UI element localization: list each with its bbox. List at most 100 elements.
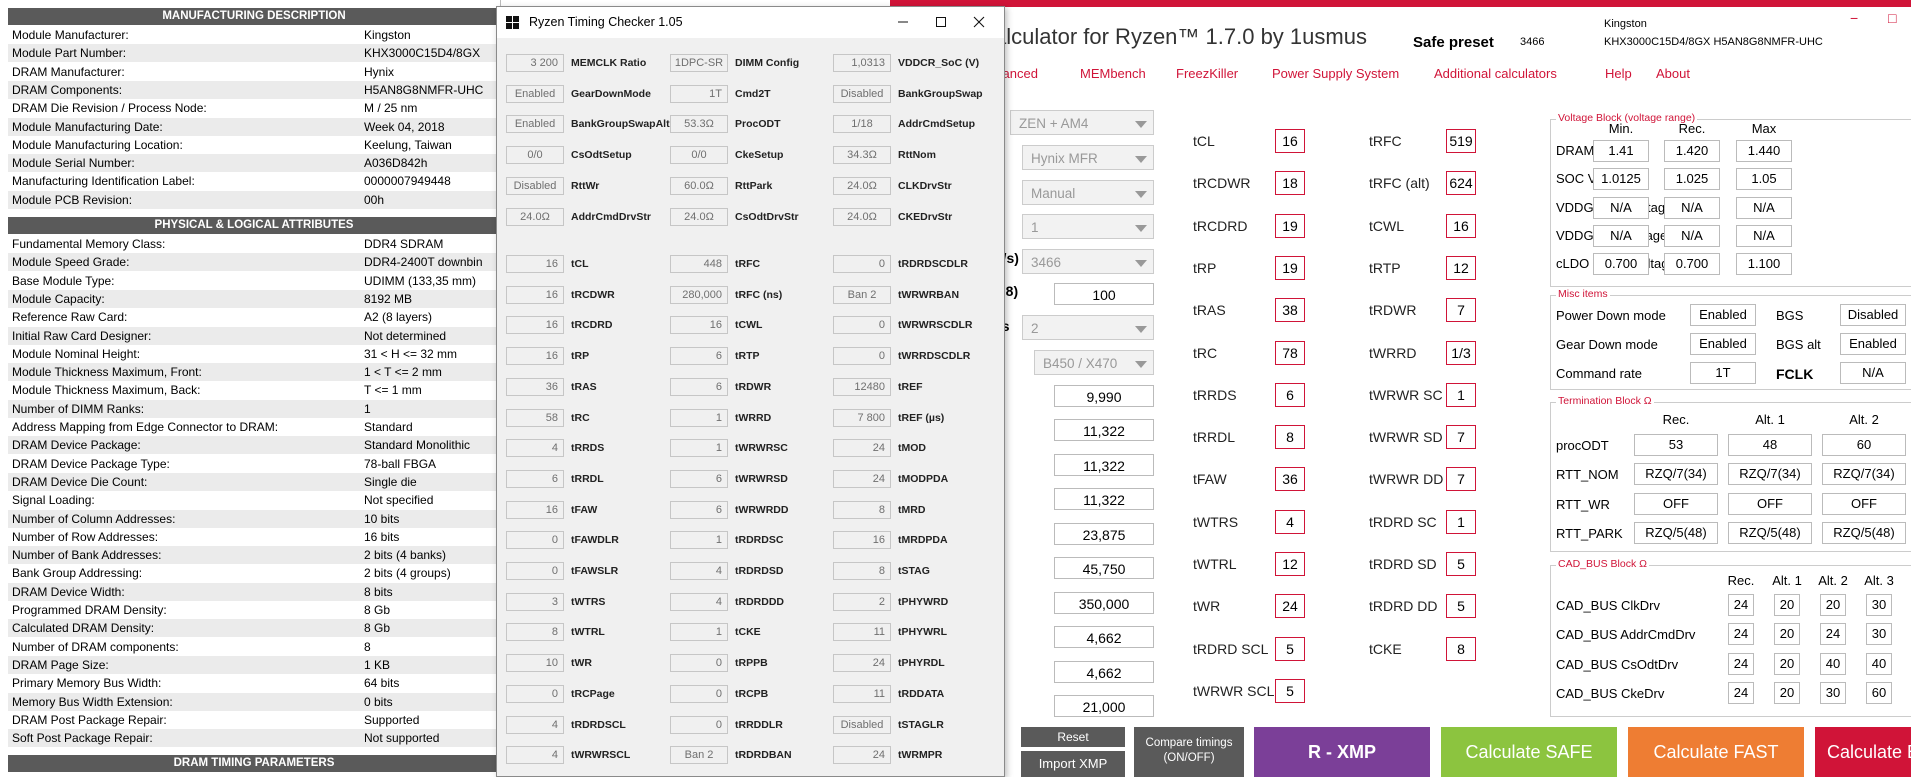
maximize-icon[interactable] — [931, 12, 951, 32]
timing-value[interactable]: 8 — [1275, 425, 1305, 450]
cadbus-value[interactable]: 24 — [1728, 681, 1754, 704]
timing-value[interactable]: 19 — [1275, 213, 1305, 238]
timing-value[interactable]: 24 — [1275, 594, 1305, 619]
cadbus-value[interactable]: 20 — [1820, 594, 1846, 616]
calc-dropdown[interactable]: 3466 — [1022, 249, 1154, 274]
timing-value[interactable]: 5 — [1446, 552, 1476, 576]
termination-value[interactable]: RZQ/5(48) — [1822, 521, 1906, 544]
calculate-safe-button[interactable]: Calculate SAFE — [1441, 727, 1617, 777]
timing-value[interactable]: 7 — [1446, 467, 1476, 492]
cadbus-value[interactable]: 24 — [1820, 623, 1846, 646]
minimize-icon[interactable] — [893, 12, 913, 32]
timing-value[interactable]: 5 — [1275, 636, 1305, 661]
termination-value[interactable]: OFF — [1822, 492, 1906, 515]
timing-value[interactable]: 5 — [1275, 678, 1305, 703]
voltage-value[interactable]: N/A — [1593, 196, 1649, 219]
cadbus-value[interactable]: 30 — [1866, 594, 1892, 616]
timing-value[interactable]: 36 — [1275, 467, 1305, 492]
termination-value[interactable]: 53 — [1634, 434, 1718, 456]
voltage-value[interactable]: 1.100 — [1736, 253, 1792, 276]
timing-value[interactable]: 1 — [1446, 509, 1476, 534]
termination-value[interactable]: 48 — [1728, 434, 1812, 456]
calc-menu-item[interactable]: Power Supply System — [1272, 66, 1399, 81]
calc-menu-item[interactable]: Help — [1605, 66, 1632, 81]
timing-value[interactable]: 8 — [1446, 636, 1476, 661]
import-xmp-button[interactable]: Import XMP — [1021, 751, 1125, 777]
timing-value[interactable]: 1/3 — [1446, 340, 1476, 365]
voltage-value[interactable]: 1.420 — [1664, 140, 1720, 162]
timing-value[interactable]: 4 — [1275, 509, 1305, 534]
cadbus-value[interactable]: 30 — [1866, 623, 1892, 646]
calc-dropdown[interactable]: Hynix MFR — [1022, 145, 1154, 170]
calc-value-field[interactable]: 11,322 — [1054, 454, 1154, 476]
voltage-value[interactable]: N/A — [1593, 224, 1649, 247]
cadbus-value[interactable]: 20 — [1774, 623, 1800, 646]
termination-value[interactable]: RZQ/7(34) — [1822, 463, 1906, 486]
calc-dropdown[interactable]: ZEN + AM4 — [1010, 110, 1154, 135]
cadbus-value[interactable]: 24 — [1728, 652, 1754, 675]
cadbus-value[interactable]: 40 — [1866, 652, 1892, 675]
termination-value[interactable]: 60 — [1822, 434, 1906, 456]
timing-value[interactable]: 519 — [1446, 129, 1476, 153]
calculate-fast-button[interactable]: Calculate FAST — [1628, 727, 1804, 777]
voltage-value[interactable]: 0.700 — [1664, 253, 1720, 276]
calc-dropdown[interactable]: 2 — [1022, 315, 1154, 340]
calculate-extreme-button[interactable]: Calculate EXTREME — [1815, 727, 1911, 777]
calc-value-field[interactable]: 4,662 — [1054, 626, 1154, 648]
calc-dropdown[interactable]: 1 — [1022, 214, 1154, 239]
close-icon[interactable] — [969, 12, 989, 32]
voltage-value[interactable]: 1.440 — [1736, 140, 1792, 162]
reset-button[interactable]: Reset — [1021, 727, 1125, 747]
voltage-value[interactable]: N/A — [1736, 224, 1792, 247]
calc-value-field[interactable]: 11,322 — [1054, 488, 1154, 510]
calc-value-field[interactable]: 350,000 — [1054, 592, 1154, 614]
voltage-value[interactable]: N/A — [1664, 196, 1720, 219]
timing-value[interactable]: 624 — [1446, 171, 1476, 196]
voltage-value[interactable]: 1.41 — [1593, 140, 1649, 162]
timing-value[interactable]: 12 — [1446, 255, 1476, 280]
calc-menu-item[interactable]: MEMbench — [1080, 66, 1146, 81]
cadbus-value[interactable]: 40 — [1820, 652, 1846, 675]
calc-value-field[interactable]: 23,875 — [1054, 523, 1154, 545]
calc-dropdown[interactable]: Manual — [1022, 180, 1154, 205]
timing-value[interactable]: 7 — [1446, 425, 1476, 450]
voltage-value[interactable]: 1.025 — [1664, 168, 1720, 191]
cadbus-value[interactable]: 24 — [1728, 594, 1754, 616]
voltage-value[interactable]: 0.700 — [1593, 253, 1649, 276]
cadbus-value[interactable]: 24 — [1728, 623, 1754, 646]
timing-value[interactable]: 19 — [1275, 255, 1305, 280]
calc-maximize-button[interactable]: □ — [1888, 10, 1896, 26]
calc-menu-item[interactable]: FreezKiller — [1176, 66, 1238, 81]
cadbus-value[interactable]: 20 — [1774, 594, 1800, 616]
calc-value-field[interactable]: 9,990 — [1054, 385, 1154, 407]
misc-value[interactable]: Enabled — [1690, 304, 1756, 326]
compare-timings-button[interactable]: Compare timings (ON/OFF) — [1134, 727, 1244, 777]
termination-value[interactable]: OFF — [1634, 492, 1718, 515]
calc-menu-item[interactable]: Additional calculators — [1434, 66, 1557, 81]
timing-value[interactable]: 16 — [1446, 213, 1476, 238]
cadbus-value[interactable]: 20 — [1774, 681, 1800, 704]
termination-value[interactable]: RZQ/5(48) — [1634, 521, 1718, 544]
calc-value-field[interactable]: 4,662 — [1054, 661, 1154, 683]
cadbus-value[interactable]: 20 — [1774, 652, 1800, 675]
voltage-value[interactable]: 1.0125 — [1593, 168, 1649, 191]
termination-value[interactable]: RZQ/7(34) — [1728, 463, 1812, 486]
calc-dropdown[interactable]: B450 / X470 — [1034, 350, 1154, 375]
voltage-value[interactable]: N/A — [1664, 224, 1720, 247]
voltage-value[interactable]: 1.05 — [1736, 168, 1792, 191]
calc-value-field[interactable]: 45,750 — [1054, 557, 1154, 579]
termination-value[interactable]: OFF — [1728, 492, 1812, 515]
misc-value[interactable]: 1T — [1690, 362, 1756, 384]
timing-value[interactable]: 78 — [1275, 340, 1305, 365]
misc-value[interactable]: N/A — [1840, 362, 1906, 384]
calc-minimize-button[interactable]: − — [1850, 10, 1858, 26]
voltage-value[interactable]: N/A — [1736, 196, 1792, 219]
timing-value[interactable]: 18 — [1275, 171, 1305, 196]
fclk-field[interactable]: 100 — [1054, 283, 1154, 305]
timing-value[interactable]: 38 — [1275, 298, 1305, 323]
timing-value[interactable]: 7 — [1446, 298, 1476, 323]
timing-value[interactable]: 12 — [1275, 552, 1305, 576]
timing-value[interactable]: 1 — [1446, 382, 1476, 407]
rxmp-button[interactable]: R - XMP — [1254, 727, 1430, 777]
calc-menu-item[interactable]: About — [1656, 66, 1690, 81]
